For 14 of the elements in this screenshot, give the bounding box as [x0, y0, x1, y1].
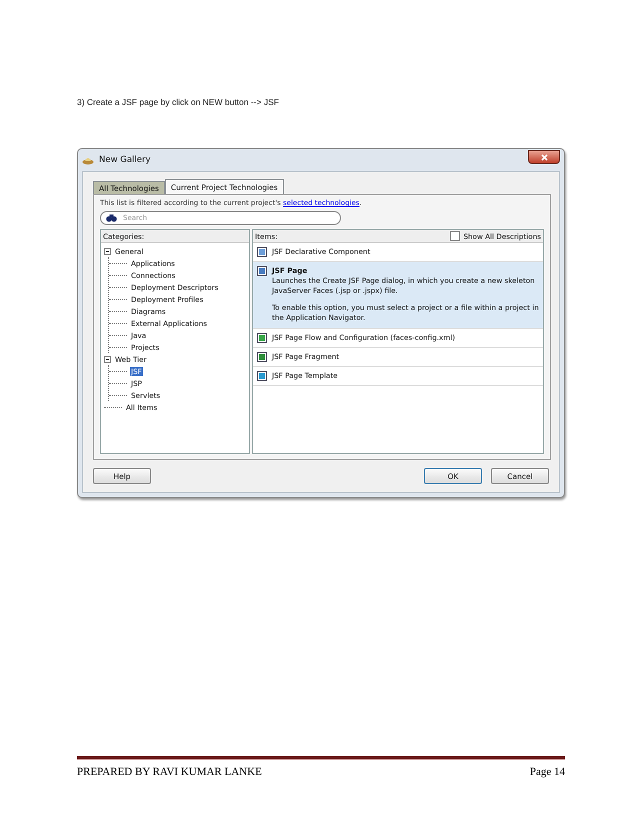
binoculars-icon	[106, 214, 117, 222]
window-title: New Gallery	[99, 155, 152, 165]
collapse-icon[interactable]	[104, 248, 111, 254]
close-icon	[540, 154, 548, 160]
app-icon	[82, 155, 94, 165]
instruction-text: 3) Create a JSF page by click on NEW button --> JSF	[77, 97, 280, 107]
author-text: PREPARED BY RAVI KUMAR LANKE	[77, 766, 262, 778]
file-icon	[257, 332, 267, 343]
collapse-icon[interactable]	[104, 356, 111, 362]
page-number: Page 14	[530, 766, 565, 778]
checkbox[interactable]	[450, 231, 460, 241]
close-button[interactable]	[528, 150, 560, 164]
file-icon	[257, 352, 267, 362]
file-icon	[257, 370, 267, 381]
